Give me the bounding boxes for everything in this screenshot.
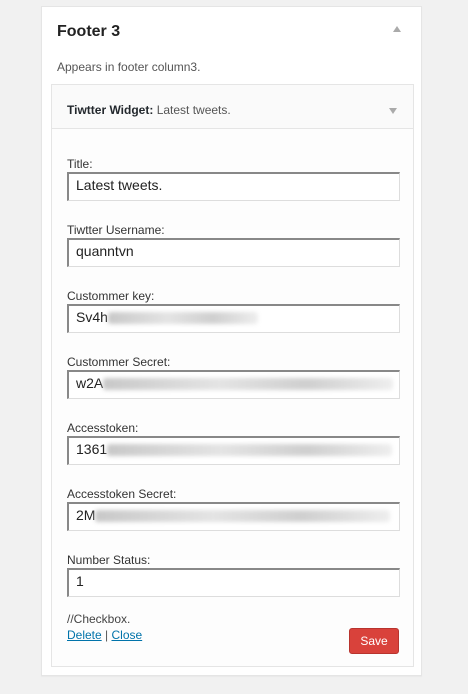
redacted-blur bbox=[95, 510, 391, 523]
widget-title: Tiwtter Widget: Latest tweets. bbox=[67, 103, 231, 117]
widget-type-label: Tiwtter Widget bbox=[67, 103, 150, 117]
redacted-blur bbox=[107, 312, 258, 325]
access-token-label: Accesstoken: bbox=[67, 421, 139, 435]
redacted-blur bbox=[107, 444, 393, 457]
access-token-secret-value: 2M bbox=[76, 507, 96, 523]
save-button[interactable]: Save bbox=[349, 628, 399, 654]
widget-area-title[interactable]: Footer 3 bbox=[57, 23, 120, 41]
access-token-value: 1361 bbox=[76, 441, 108, 457]
redacted-blur bbox=[103, 378, 394, 391]
title-label: Title: bbox=[67, 157, 93, 171]
access-token-secret-label: Accesstoken Secret: bbox=[67, 487, 177, 501]
twitter-widget: Tiwtter Widget: Latest tweets. Title: La… bbox=[51, 84, 414, 667]
title-input[interactable]: Latest tweets. bbox=[67, 172, 400, 201]
collapse-arrow-icon[interactable] bbox=[393, 26, 401, 32]
link-separator: | bbox=[101, 628, 112, 642]
number-status-value: 1 bbox=[76, 573, 84, 589]
number-status-input[interactable]: 1 bbox=[67, 568, 400, 597]
widget-title-separator: : bbox=[149, 103, 157, 117]
close-link[interactable]: Close bbox=[111, 628, 142, 642]
delete-link[interactable]: Delete bbox=[67, 628, 102, 642]
expand-arrow-icon[interactable] bbox=[389, 108, 397, 114]
consumer-secret-input[interactable]: w2A bbox=[67, 370, 400, 399]
widget-control-links: Delete | Close bbox=[67, 628, 142, 642]
widget-area-description: Appears in footer column3. bbox=[57, 60, 201, 74]
username-label: Tiwtter Username: bbox=[67, 223, 165, 237]
username-input[interactable]: quanntvn bbox=[67, 238, 400, 267]
consumer-secret-label: Custommer Secret: bbox=[67, 355, 171, 369]
consumer-key-value: Sv4h bbox=[76, 309, 108, 325]
title-value: Latest tweets. bbox=[76, 177, 163, 193]
checkbox-note: //Checkbox. bbox=[67, 612, 131, 626]
username-value: quanntvn bbox=[76, 243, 134, 259]
consumer-secret-value: w2A bbox=[76, 375, 104, 391]
access-token-input[interactable]: 1361 bbox=[67, 436, 400, 465]
consumer-key-label: Custommer key: bbox=[67, 289, 155, 303]
widget-area-footer-3: Footer 3 Appears in footer column3. Tiwt… bbox=[41, 6, 422, 676]
access-token-secret-input[interactable]: 2M bbox=[67, 502, 400, 531]
consumer-key-input[interactable]: Sv4h bbox=[67, 304, 400, 333]
widget-header[interactable]: Tiwtter Widget: Latest tweets. bbox=[52, 85, 413, 129]
widget-instance-title: Latest tweets. bbox=[156, 103, 231, 117]
number-status-label: Number Status: bbox=[67, 553, 151, 567]
